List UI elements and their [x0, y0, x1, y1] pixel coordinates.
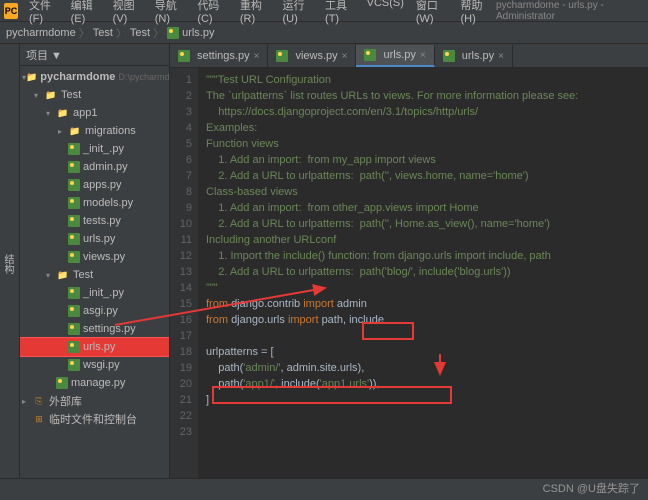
menu-help[interactable]: 帮助(H): [455, 0, 496, 27]
python-file-icon: [167, 27, 179, 39]
menu-edit[interactable]: 编辑(E): [66, 0, 106, 27]
tab-settings[interactable]: settings.py×: [170, 45, 268, 67]
menu-tools[interactable]: 工具(T): [320, 0, 360, 27]
tree-urls-app1[interactable]: urls.py: [20, 230, 169, 248]
tree-wsgi[interactable]: wsgi.py: [20, 356, 169, 374]
crumb-project[interactable]: pycharmdome: [6, 27, 76, 39]
code-area[interactable]: 1234567891011121314151617181920212223 ""…: [170, 68, 648, 478]
gutter: 1234567891011121314151617181920212223: [170, 68, 198, 478]
code-content[interactable]: """Test URL Configuration The `urlpatter…: [198, 68, 648, 478]
menu-refactor[interactable]: 重构(R): [235, 0, 276, 27]
window-title: pycharmdome - urls.py - Administrator: [496, 0, 644, 22]
editor-tabs: settings.py× views.py× urls.py× urls.py×: [170, 44, 648, 68]
tree-admin[interactable]: admin.py: [20, 158, 169, 176]
tree-migrations[interactable]: ▸📁migrations: [20, 122, 169, 140]
tree-manage[interactable]: manage.py: [20, 374, 169, 392]
crumb-folder1[interactable]: Test: [93, 27, 113, 39]
tree-test[interactable]: ▾📁Test: [20, 86, 169, 104]
menu-file[interactable]: 文件(F): [24, 0, 64, 27]
tab-urls2[interactable]: urls.py×: [435, 45, 513, 67]
editor: settings.py× views.py× urls.py× urls.py×…: [170, 44, 648, 478]
menu-vcs[interactable]: VCS(S): [362, 0, 409, 27]
tree-settings[interactable]: settings.py: [20, 320, 169, 338]
crumb-file[interactable]: urls.py: [182, 27, 214, 39]
titlebar: PC 文件(F) 编辑(E) 视图(V) 导航(N) 代码(C) 重构(R) 运…: [0, 0, 648, 22]
project-panel: 项目 ▼ ▾📁pycharmdome D:\pycharmdome ▾📁Test…: [20, 44, 170, 478]
menubar: 文件(F) 编辑(E) 视图(V) 导航(N) 代码(C) 重构(R) 运行(U…: [24, 0, 496, 27]
menu-view[interactable]: 视图(V): [108, 0, 148, 27]
tab-urls-active[interactable]: urls.py×: [356, 45, 434, 67]
tree-asgi[interactable]: asgi.py: [20, 302, 169, 320]
structure-tool-tab[interactable]: 结构: [0, 44, 20, 478]
crumb-folder2[interactable]: Test: [130, 27, 150, 39]
menu-window[interactable]: 窗口(W): [411, 0, 454, 27]
tree-init2[interactable]: _init_.py: [20, 284, 169, 302]
tree-scratch[interactable]: ⊞临时文件和控制台: [20, 410, 169, 428]
app-logo-icon: PC: [4, 3, 18, 19]
tree-urls-selected[interactable]: urls.py: [20, 338, 169, 356]
tree-external[interactable]: ▸⎘外部库: [20, 392, 169, 410]
close-icon[interactable]: ×: [420, 50, 426, 61]
close-icon[interactable]: ×: [254, 51, 260, 62]
close-icon[interactable]: ×: [498, 51, 504, 62]
project-header[interactable]: 项目 ▼: [20, 44, 169, 66]
watermark: CSDN @U盘失踪了: [543, 480, 640, 496]
tree-init[interactable]: _init_.py: [20, 140, 169, 158]
close-icon[interactable]: ×: [342, 51, 348, 62]
tree-app1[interactable]: ▾📁app1: [20, 104, 169, 122]
tree-test2[interactable]: ▾📁Test: [20, 266, 169, 284]
tree-root[interactable]: ▾📁pycharmdome D:\pycharmdome: [20, 68, 169, 86]
menu-navigate[interactable]: 导航(N): [150, 0, 191, 27]
menu-run[interactable]: 运行(U): [277, 0, 318, 27]
tree-apps[interactable]: apps.py: [20, 176, 169, 194]
tab-views[interactable]: views.py×: [268, 45, 356, 67]
menu-code[interactable]: 代码(C): [192, 0, 233, 27]
tree-models[interactable]: models.py: [20, 194, 169, 212]
tree-tests[interactable]: tests.py: [20, 212, 169, 230]
tree-views[interactable]: views.py: [20, 248, 169, 266]
project-tree: ▾📁pycharmdome D:\pycharmdome ▾📁Test ▾📁ap…: [20, 66, 169, 430]
